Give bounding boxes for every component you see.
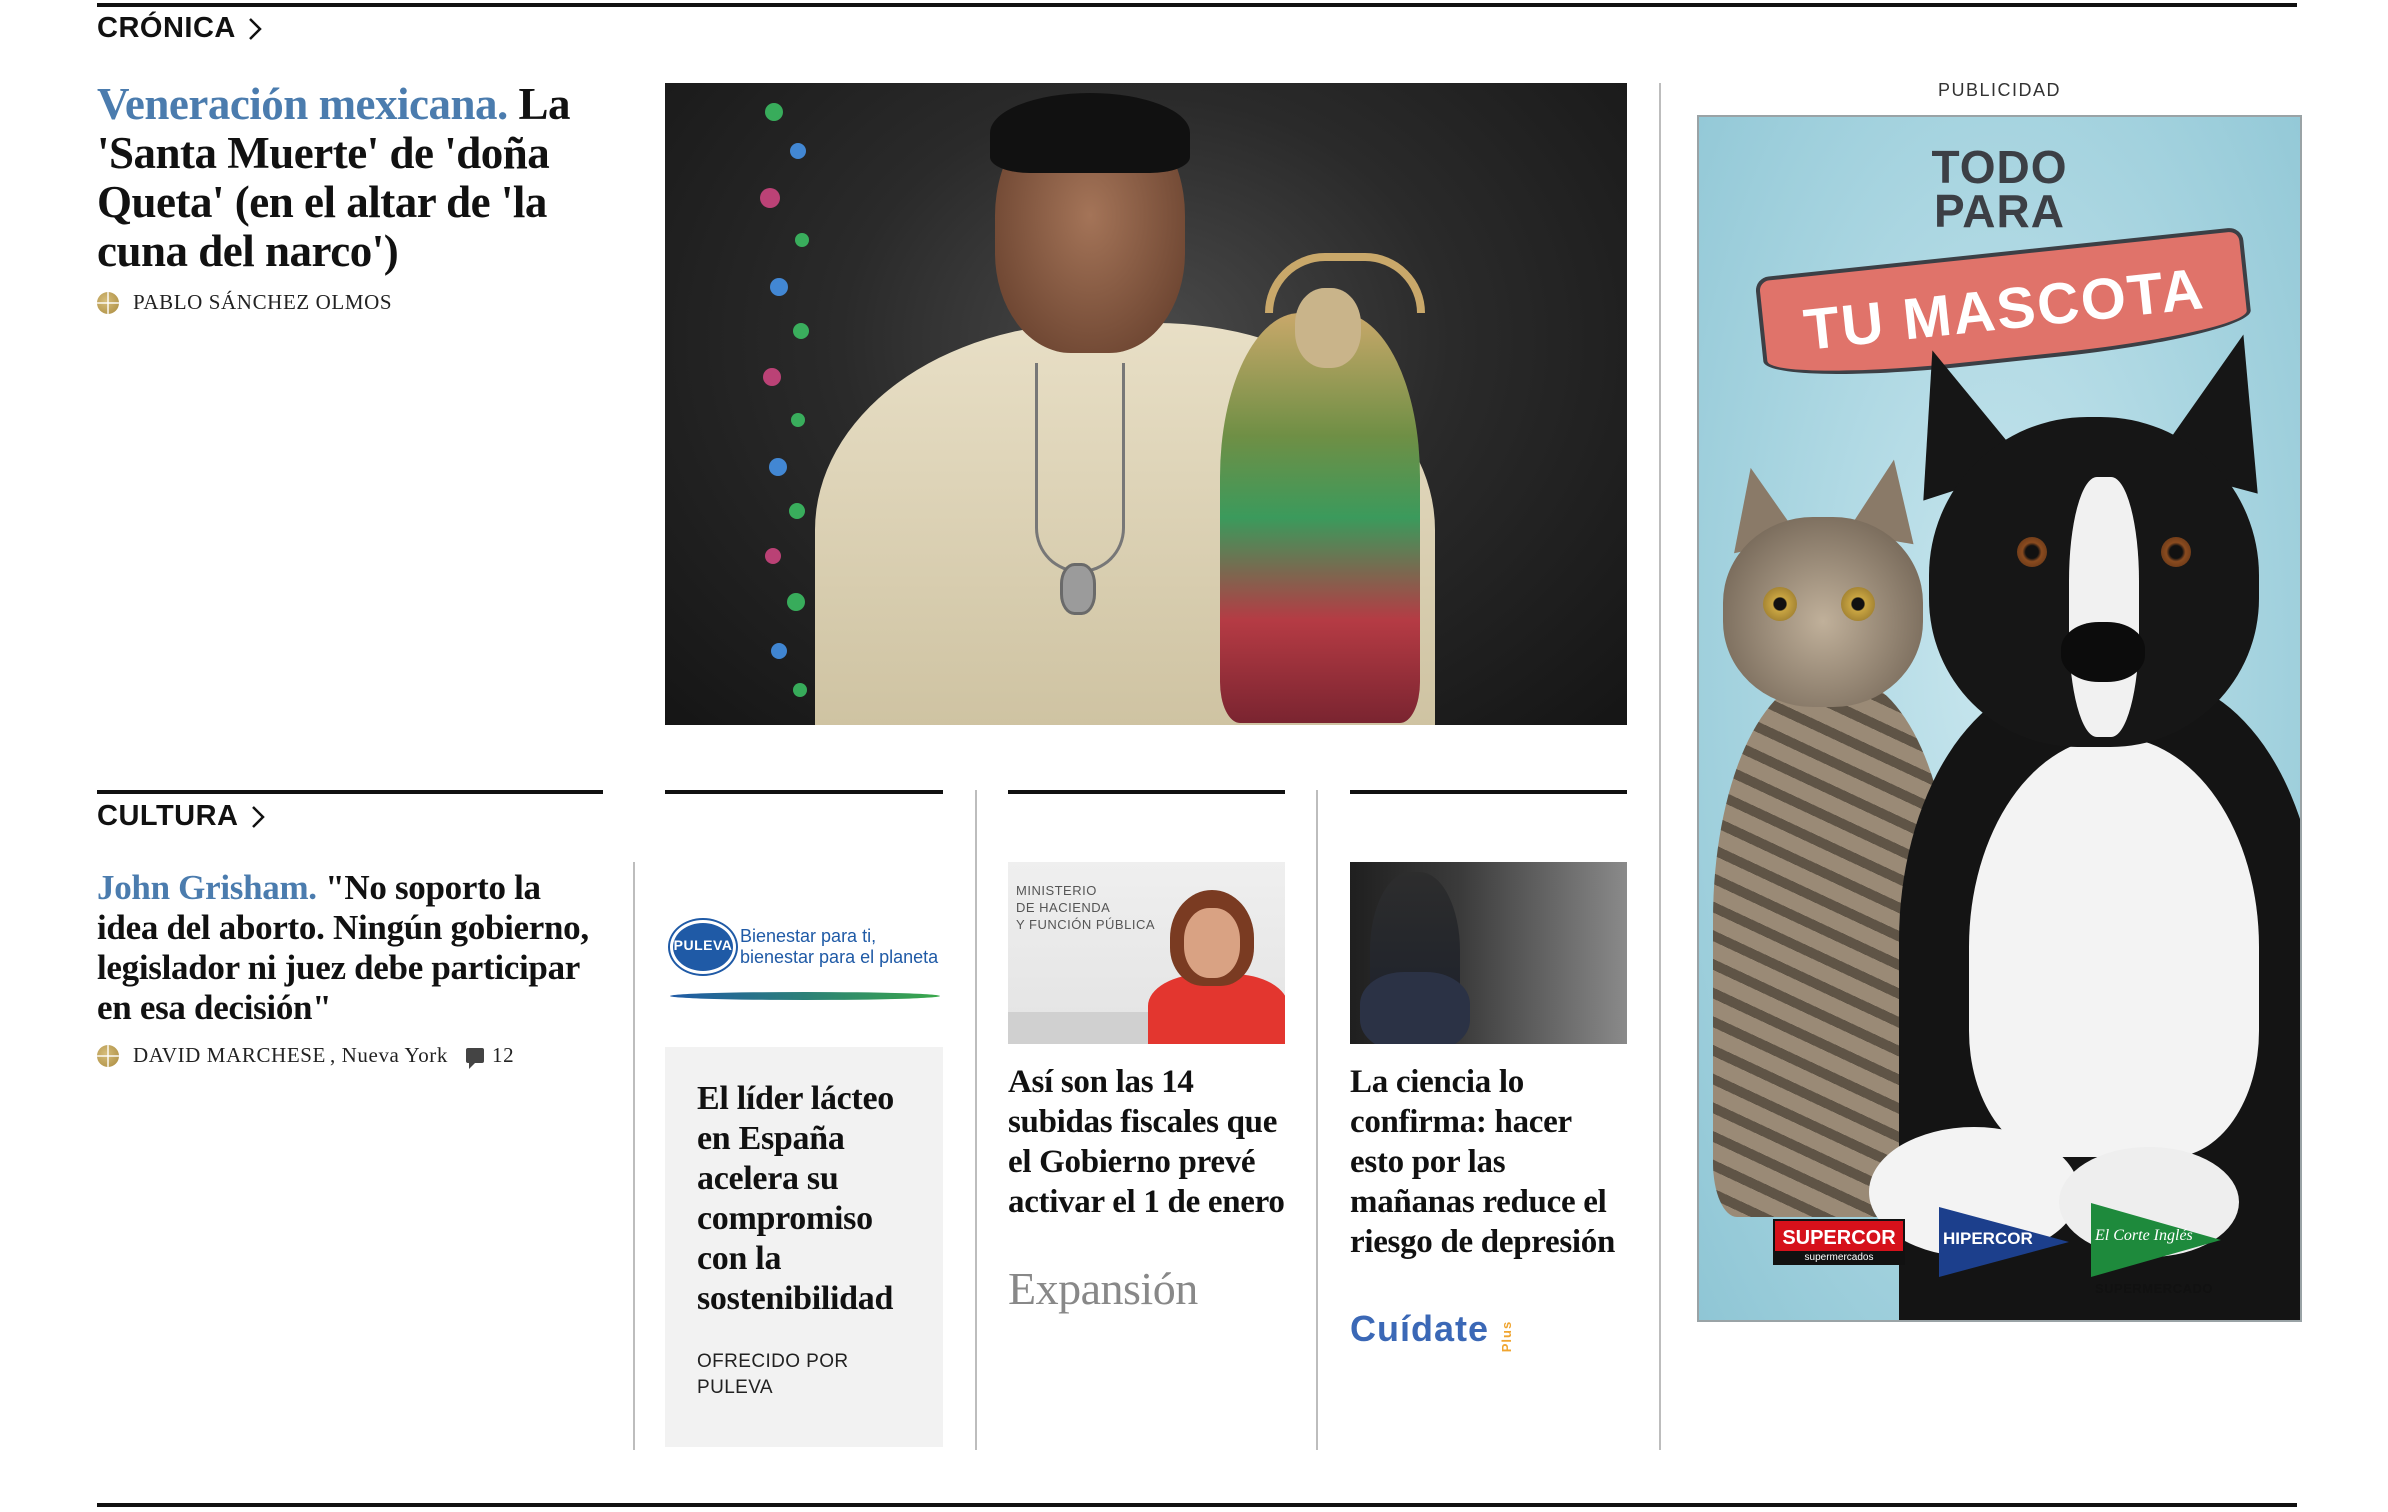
cronica-kicker: Veneración mexicana. bbox=[97, 79, 508, 129]
comments-count: 12 bbox=[492, 1043, 515, 1067]
column-divider bbox=[1659, 83, 1661, 1450]
expansion-logo: Expansión bbox=[1008, 1263, 1198, 1314]
sponsored-by: OFRECIDO POR PULEVA bbox=[697, 1351, 849, 1398]
sponsored-rule bbox=[665, 790, 943, 794]
comment-icon bbox=[466, 1048, 484, 1069]
partner-2-rule bbox=[1350, 790, 1627, 794]
puleva-logo-mark: PULEVA bbox=[670, 920, 736, 974]
column-divider bbox=[633, 862, 635, 1450]
partner-1-rule bbox=[1008, 790, 1285, 794]
section-link-cronica[interactable]: CRÓNICA bbox=[97, 12, 262, 45]
puleva-swoosh bbox=[670, 992, 940, 1000]
puleva-tagline: Bienestar para ti, bienestar para el pla… bbox=[740, 926, 939, 967]
section-label-cultura: CULTURA bbox=[97, 800, 239, 832]
cuidateplus-logo: Cuídate Plus bbox=[1350, 1308, 1515, 1353]
comments-link[interactable]: 12 bbox=[462, 1043, 515, 1069]
partner-1-photo[interactable]: MINISTERIO DE HACIENDA Y FUNCIÓN PÚBLICA bbox=[1008, 862, 1285, 1044]
hipercor-logo-text: HIPERCOR bbox=[1943, 1229, 2033, 1248]
cronica-byline: PABLO SÁNCHEZ OLMOS bbox=[97, 290, 392, 315]
cronica-author[interactable]: PABLO SÁNCHEZ OLMOS bbox=[133, 290, 392, 315]
section-link-cultura[interactable]: CULTURA bbox=[97, 800, 265, 833]
supercor-logo: SUPERCOR supermercados bbox=[1773, 1219, 1905, 1265]
column-divider bbox=[975, 790, 977, 1450]
sponsored-card[interactable]: El líder lácteo en España acelera su com… bbox=[665, 1047, 943, 1447]
photo-backdrop-text: MINISTERIO DE HACIENDA Y FUNCIÓN PÚBLICA bbox=[1016, 883, 1156, 932]
puleva-logo[interactable]: PULEVA Bienestar para ti, bienestar para… bbox=[670, 920, 940, 1000]
cronica-main-photo[interactable] bbox=[665, 83, 1627, 725]
ad-label: PUBLICIDAD bbox=[1937, 80, 2062, 100]
top-rule bbox=[97, 3, 2297, 7]
ad-headline: TODO PARA bbox=[1931, 141, 2068, 237]
partner-2-headline[interactable]: La ciencia lo confirma: hacer esto por l… bbox=[1350, 1062, 1630, 1262]
chevron-right-icon bbox=[251, 805, 265, 828]
cultura-author[interactable]: DAVID MARCHESE bbox=[133, 1043, 326, 1068]
partner-2-photo[interactable] bbox=[1350, 862, 1627, 1044]
el-corte-ingles-subtext: SUPERMERCADO bbox=[2095, 1281, 2213, 1296]
el-corte-ingles-logo-text: El Corte Inglés bbox=[2095, 1227, 2193, 1244]
cultura-location: , Nueva York bbox=[329, 1043, 448, 1067]
partner-1-headline[interactable]: Así son las 14 subidas fiscales que el G… bbox=[1008, 1062, 1288, 1222]
bottom-rule bbox=[97, 1503, 2297, 1507]
section-label-cronica: CRÓNICA bbox=[97, 12, 236, 44]
cultura-kicker: John Grisham. bbox=[97, 868, 317, 907]
advertisement-banner[interactable]: TODO PARA TU MASCOTA SUPERCOR supermerca… bbox=[1697, 115, 2302, 1322]
chevron-right-icon bbox=[248, 17, 262, 40]
cronica-headline-link[interactable]: Veneración mexicana. La 'Santa Muerte' d… bbox=[97, 80, 607, 276]
column-divider bbox=[1316, 790, 1318, 1450]
globe-icon bbox=[97, 291, 119, 314]
sponsored-title: El líder lácteo en España acelera su com… bbox=[697, 1080, 894, 1317]
cultura-headline-link[interactable]: John Grisham. "No soporto la idea del ab… bbox=[97, 868, 609, 1028]
globe-icon bbox=[97, 1044, 119, 1067]
cultura-rule bbox=[97, 790, 603, 794]
cultura-byline: DAVID MARCHESE , Nueva York 12 bbox=[97, 1043, 515, 1069]
